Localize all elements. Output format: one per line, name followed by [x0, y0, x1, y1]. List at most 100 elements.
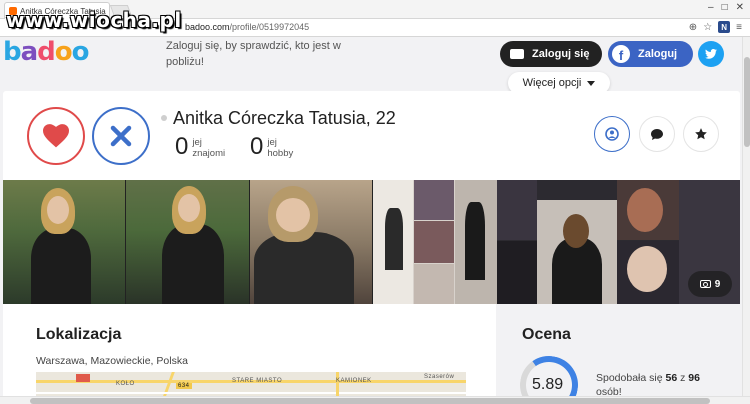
star-icon — [695, 128, 707, 140]
photo-thumbnail[interactable] — [3, 180, 125, 304]
rating-total-count: 96 — [688, 372, 700, 384]
hobby-label: jej hobby — [267, 137, 293, 159]
location-title: Lokalizacja — [36, 326, 122, 343]
photo-tile — [497, 241, 537, 304]
more-options-label: Więcej opcji — [522, 77, 582, 89]
address-bar-icons: ⊕ ☆ N ≡ — [689, 21, 742, 33]
horizontal-scrollbar[interactable] — [0, 396, 750, 404]
horizontal-scroll-thumb[interactable] — [30, 398, 710, 404]
map-label: 634 — [176, 383, 192, 389]
photo-subject — [385, 208, 403, 270]
photo-collage[interactable] — [373, 180, 497, 304]
rating-score: 5.89 — [532, 376, 564, 393]
vertical-scroll-thumb[interactable] — [744, 57, 750, 147]
facebook-login-label: Zaloguj — [638, 48, 678, 60]
rating-section: Ocena 5.89 Spodobała się 56 z 96 osób! — [498, 304, 740, 404]
url-path: /profile/0519972045 — [229, 22, 310, 32]
window-controls: – □ ✕ — [708, 2, 744, 13]
profile-card: Anitka Córeczka Tatusia, 22 0 jej znajomi… — [3, 91, 740, 180]
maximize-icon[interactable]: □ — [722, 2, 728, 13]
location-text: Warszawa, Mazowieckie, Polska — [36, 355, 188, 367]
x-icon — [110, 125, 132, 147]
logo-letter: a — [20, 37, 39, 67]
hobby-count: 0 — [250, 133, 264, 160]
map-road — [36, 392, 466, 394]
caret-down-icon — [587, 80, 596, 86]
favorite-button[interactable] — [683, 116, 719, 152]
chat-bubble-icon — [651, 128, 663, 140]
hobby-label-1: jej — [267, 137, 277, 148]
logo-letter: o — [71, 37, 90, 67]
location-section: Lokalizacja Warszawa, Mazowieckie, Polsk… — [3, 304, 496, 404]
friends-label-2: znajomi — [192, 148, 226, 159]
hobby-stat: 0 jej hobby — [250, 133, 293, 160]
friends-stat: 0 jej znajomi — [175, 133, 225, 160]
twitter-icon — [705, 49, 717, 59]
minimize-icon[interactable]: – — [708, 2, 714, 13]
site-header: badoo Zaloguj się, by sprawdzić, kto jes… — [0, 37, 742, 94]
rating-title: Ocena — [522, 326, 571, 343]
rating-text-prefix: Spodobała się — [596, 372, 663, 384]
friends-label-1: jej — [192, 137, 202, 148]
photo-count-badge[interactable]: 9 — [688, 271, 732, 297]
close-window-icon[interactable]: ✕ — [736, 2, 744, 13]
twitter-login-button[interactable] — [698, 41, 724, 67]
profile-icon — [605, 127, 619, 141]
online-status-dot — [161, 115, 167, 121]
hobby-label-2: hobby — [267, 148, 294, 159]
photo-subject — [276, 198, 310, 232]
menu-icon[interactable]: ≡ — [736, 22, 742, 33]
map-label: KOŁO — [116, 381, 135, 387]
logo-letter: d — [37, 37, 56, 67]
pass-button[interactable] — [92, 107, 150, 165]
photo-tile — [414, 264, 454, 304]
facebook-icon: f — [612, 45, 630, 63]
map-label: STARE MIASTO — [232, 378, 283, 384]
profile-button[interactable] — [594, 116, 630, 152]
vertical-scrollbar[interactable] — [742, 37, 750, 396]
logo-letter: o — [54, 37, 73, 67]
heart-icon — [43, 124, 69, 148]
photo-thumbnail[interactable] — [126, 180, 249, 304]
friends-count: 0 — [175, 133, 189, 160]
login-label: Zaloguj się — [532, 48, 590, 60]
bookmark-star-icon[interactable]: ☆ — [703, 22, 712, 33]
rating-text: Spodobała się 56 z 96 osób! — [596, 371, 726, 399]
map-road-marker — [76, 374, 90, 382]
rating-liked-count: 56 — [665, 372, 678, 384]
photo-subject — [627, 188, 663, 232]
header-message: Zaloguj się, by sprawdzić, kto jest w po… — [166, 40, 341, 68]
photo-tile — [414, 180, 454, 220]
photo-subject — [465, 202, 485, 280]
photo-subject — [563, 214, 589, 248]
photo-count: 9 — [714, 278, 721, 290]
envelope-icon — [510, 49, 524, 59]
photo-subject — [178, 194, 200, 222]
url-text[interactable]: badoo.com/profile/0519972045 — [185, 22, 309, 32]
photo-subject — [254, 232, 354, 304]
photo-subject — [31, 228, 91, 304]
photo-thumbnail[interactable] — [250, 180, 372, 304]
extension-n-icon[interactable]: N — [718, 21, 731, 33]
like-button[interactable] — [27, 107, 85, 165]
friends-label: jej znajomi — [192, 137, 225, 159]
photo-strip[interactable]: 9 — [3, 180, 740, 304]
map-label: KAMIONEK — [336, 378, 372, 384]
photo-subject — [47, 196, 69, 224]
camera-icon — [699, 280, 711, 288]
watermark: www.wiocha.pl — [6, 8, 182, 32]
photo-tile — [414, 221, 454, 263]
facebook-login-button[interactable]: f Zaloguj — [608, 41, 693, 67]
rating-text-mid: z — [680, 372, 686, 384]
zoom-icon[interactable]: ⊕ — [689, 22, 697, 33]
url-host: badoo.com — [185, 22, 230, 32]
photo-subject — [627, 246, 667, 292]
photo-subject — [162, 224, 224, 304]
profile-name: Anitka Córeczka Tatusia, 22 — [173, 108, 396, 128]
chat-button[interactable] — [639, 116, 675, 152]
login-button[interactable]: Zaloguj się — [500, 41, 602, 67]
photo-tile — [497, 180, 537, 240]
map-label: Szaserów — [424, 374, 455, 380]
logo-letter: b — [3, 37, 22, 67]
badoo-logo[interactable]: badoo — [3, 37, 90, 67]
